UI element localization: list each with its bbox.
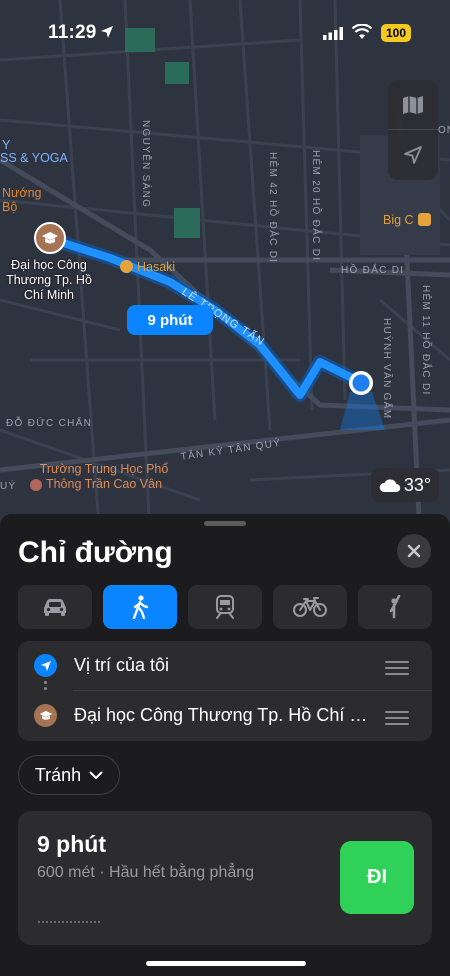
home-indicator[interactable] [146,961,306,966]
destination-row[interactable]: Đại học Công Thương Tp. Hồ Chí Minh [18,691,432,741]
elevation-indicator [38,921,100,923]
reorder-handle-icon[interactable] [385,711,409,729]
chevron-down-icon [89,771,103,779]
route-time-badge[interactable]: 9 phút [127,305,213,335]
reorder-handle-icon[interactable] [385,661,409,679]
graduation-cap-icon [34,704,57,727]
route-duration: 9 phút [37,831,106,857]
map-label-hasaki[interactable]: Hasaki [137,260,175,274]
person-waving-icon [389,595,401,619]
transport-mode-selector [18,585,432,629]
map-label-bo: Bộ [2,200,18,214]
current-location-icon [34,654,57,677]
street-hem-20: HẺM 20 HỒ ĐẮC DI [310,150,321,262]
destination-text: Đại học Công Thương Tp. Hồ Chí Minh [74,705,374,725]
street-uy: UÝ [0,481,17,492]
avoid-button[interactable]: Tránh [18,755,120,795]
map-view[interactable]: 11:29 100 Y SS & YOGA Nướng Bộ ONG Đại h… [0,0,450,540]
sheet-title: Chỉ đường [18,536,173,569]
mode-cycle-button[interactable] [273,585,347,629]
store-icon [418,213,431,226]
street-do-duc-chan: ĐỖ ĐỨC CHẨN [6,418,93,429]
battery-indicator: 100 [381,24,411,42]
location-arrow-outline-icon [404,146,422,164]
street-nguyen-sang: NGUYỄN SÁNG [140,120,151,209]
temperature: 33° [403,474,432,495]
graduation-cap-icon [42,232,58,244]
map-label-edge: ONG [438,125,450,136]
sheet-grabber[interactable] [204,521,246,526]
car-icon [44,599,66,616]
weather-badge: 33° [371,468,439,502]
close-button[interactable] [397,534,431,568]
close-icon [407,544,421,558]
location-arrow-icon [100,25,114,44]
walking-icon [132,595,149,619]
map-controls [388,80,438,180]
street-hem-11: HẺM 11 HỒ ĐẮC DI [420,285,431,396]
street-ho-dac-di: HỒ ĐẮC DI [341,265,405,276]
status-bar: 11:29 100 [0,0,450,60]
route-endpoints: Vị trí của tôi Đại học Công Thương Tp. H… [18,641,432,741]
university-pin[interactable] [34,222,66,254]
status-time: 11:29 [48,22,97,43]
street-hem-42: HẺM 42 HỒ ĐẮC DI [267,152,278,264]
mode-transit-button[interactable] [188,585,262,629]
street-huynh-van-gam: HUỲNH VĂN GẤM [381,318,392,420]
mode-walk-button[interactable] [103,585,177,629]
avoid-label: Tránh [34,764,82,785]
train-icon [216,595,234,619]
route-details: 600 mét · Hầu hết bằng phẳng [37,864,255,881]
go-button[interactable]: ĐI [340,841,414,914]
route-option-card[interactable]: 9 phút 600 mét · Hầu hết bằng phẳng ĐI [18,811,432,945]
cloud-icon [379,478,401,492]
origin-row[interactable]: Vị trí của tôi [18,641,432,691]
mode-rideshare-button[interactable] [358,585,432,629]
directions-sheet: Chỉ đường Vị trí của tôi Đại học Công Th… [0,514,450,976]
cellular-signal-icon [323,27,343,45]
university-label: Đại học Công Thương Tp. Hồ Chí Minh [6,258,92,302]
map-mode-button[interactable] [388,80,438,130]
map-icon [403,95,423,114]
map-label-school[interactable]: Trường Trung Học Phổ Thông Trần Cao Vân [34,462,174,492]
map-label-bigc[interactable]: Big C [383,213,414,227]
track-location-button[interactable] [388,130,438,180]
origin-text: Vị trí của tôi [74,655,170,675]
mode-drive-button[interactable] [18,585,92,629]
map-label-y: Y [2,138,11,152]
wifi-icon [351,23,373,45]
shopping-bag-icon [120,260,133,273]
map-label-nuong: Nướng [2,186,42,200]
bicycle-icon [293,597,327,617]
map-label-yoga: SS & YOGA [0,151,68,165]
